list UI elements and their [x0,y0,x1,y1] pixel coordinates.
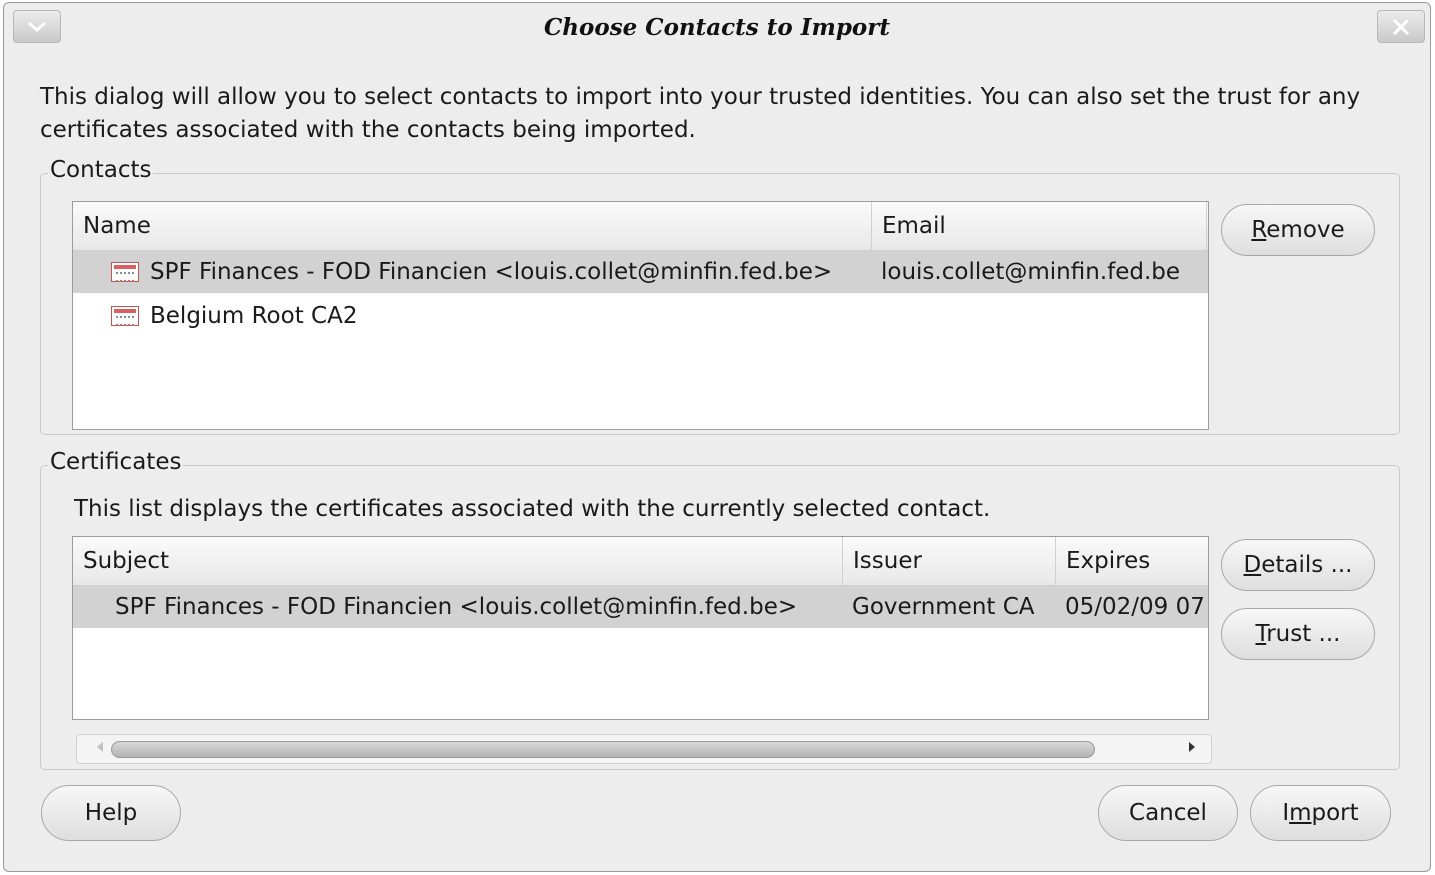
close-button[interactable] [1377,10,1425,43]
certificate-icon [111,306,139,326]
certificates-horizontal-scrollbar[interactable] [76,734,1212,764]
trust-mnemonic: T [1255,621,1267,647]
trust-button[interactable]: Trust ... [1221,608,1375,660]
column-header-name[interactable]: Name [73,202,872,250]
contacts-group-title: Contacts [48,157,154,183]
contact-row[interactable]: SPF Finances - FOD Financien <louis.coll… [73,251,1208,293]
remove-button[interactable]: Remove [1221,204,1375,256]
remove-mnemonic: R [1251,217,1267,243]
contact-name: Belgium Root CA2 [150,303,358,329]
certificate-subject: SPF Finances - FOD Financien <louis.coll… [115,594,798,620]
import-button[interactable]: Import [1250,785,1391,841]
column-header-subject[interactable]: Subject [73,537,843,585]
import-label-end: port [1311,800,1359,826]
certificate-expires: 05/02/09 07 [1065,594,1205,620]
column-header-email[interactable]: Email [872,202,1207,250]
dialog-window: Choose Contacts to Import This dialog wi… [3,2,1431,872]
certificates-description: This list displays the certificates asso… [74,496,991,522]
trust-label: rust ... [1266,621,1341,647]
contacts-list-header: Name Email [73,202,1208,251]
contacts-list[interactable]: Name Email SPF Finances - FOD Financien … [72,201,1209,430]
details-button[interactable]: Details ... [1221,539,1375,591]
scroll-left-arrow-icon[interactable] [97,742,103,752]
certificates-group-title: Certificates [48,449,184,475]
contact-email: louis.collet@minfin.fed.be [881,259,1181,285]
contact-row[interactable]: Belgium Root CA2 [73,295,1208,337]
certificate-issuer: Government CA [852,594,1035,620]
intro-text: This dialog will allow you to select con… [40,84,1361,143]
details-label: etails ... [1261,552,1353,578]
column-header-issuer[interactable]: Issuer [843,537,1056,585]
certificates-list[interactable]: Subject Issuer Expires SPF Finances - FO… [72,536,1209,720]
certificate-row[interactable]: SPF Finances - FOD Financien <louis.coll… [73,586,1208,628]
contact-name: SPF Finances - FOD Financien <louis.coll… [150,259,833,285]
column-header-expires[interactable]: Expires [1056,537,1208,585]
cancel-button[interactable]: Cancel [1098,785,1238,841]
close-icon [1392,18,1410,35]
scrollbar-thumb[interactable] [111,741,1095,758]
remove-label: emove [1266,217,1345,243]
help-button[interactable]: Help [41,785,181,841]
import-mnemonic: m [1289,800,1312,826]
certificate-icon [111,262,139,282]
scroll-right-arrow-icon[interactable] [1189,742,1195,752]
certificates-list-header: Subject Issuer Expires [73,537,1208,586]
details-mnemonic: D [1243,552,1262,578]
title-bar: Choose Contacts to Import [4,3,1430,55]
window-title: Choose Contacts to Import [543,14,890,41]
